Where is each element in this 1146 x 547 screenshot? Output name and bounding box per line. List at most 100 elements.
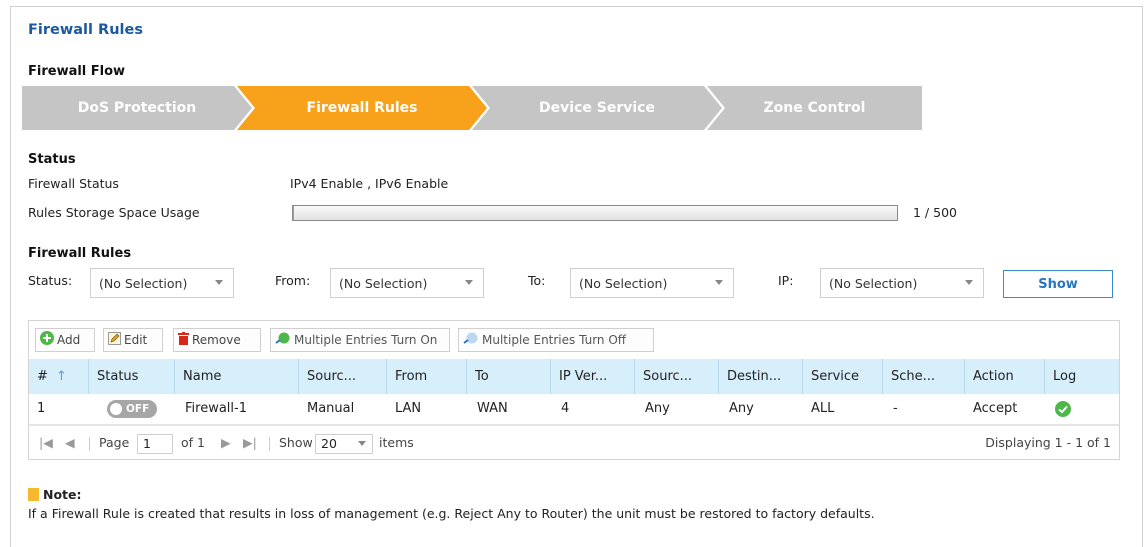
check-circle-icon <box>1055 401 1071 417</box>
storage-usage-bar <box>292 205 898 221</box>
status-filter-value: (No Selection) <box>99 276 188 291</box>
pager-divider <box>269 437 270 451</box>
cell-number: 1 <box>37 401 46 416</box>
multiple-entries-turn-off-label: Multiple Entries Turn Off <box>482 333 627 347</box>
cell-service: ALL <box>811 401 835 416</box>
items-label: items <box>379 435 414 450</box>
status-filter-select[interactable]: (No Selection) <box>90 268 234 298</box>
column-header-ip-version[interactable]: IP Ver... <box>551 359 635 394</box>
show-button[interactable]: Show <box>1003 270 1113 298</box>
note-icon <box>28 488 39 501</box>
from-filter-label: From: <box>275 273 311 288</box>
cell-ip-version: 4 <box>561 401 570 416</box>
column-header-to[interactable]: To <box>467 359 551 394</box>
column-header-status[interactable]: Status <box>89 359 175 394</box>
storage-usage-label: Rules Storage Space Usage <box>28 205 200 220</box>
multiple-entries-turn-on-button[interactable]: Multiple Entries Turn On <box>270 328 450 352</box>
firewall-status-value: IPv4 Enable , IPv6 Enable <box>290 176 449 191</box>
column-header-number[interactable]: # ↑ <box>29 359 89 394</box>
chevron-down-icon <box>215 280 223 285</box>
cell-action: Accept <box>973 401 1018 416</box>
next-page-icon[interactable]: ▶ <box>221 426 231 460</box>
flow-step-firewall-rules[interactable]: Firewall Rules <box>237 86 487 130</box>
show-items-label: Show <box>279 435 313 450</box>
flow-step-zone-control[interactable]: Zone Control <box>707 86 922 130</box>
flow-step-label: Firewall Rules <box>306 100 418 116</box>
column-header-source[interactable]: Sourc... <box>635 359 719 394</box>
table-pager: |◀ ◀ Page 1 of 1 ▶ ▶| Show 20 items Disp… <box>29 425 1119 460</box>
note-text: If a Firewall Rule is created that resul… <box>28 506 875 521</box>
edit-label: Edit <box>124 333 148 347</box>
page-title: Firewall Rules <box>28 22 143 38</box>
multiple-entries-turn-on-label: Multiple Entries Turn On <box>294 333 438 347</box>
bulb-off-icon <box>463 330 479 352</box>
firewall-status-label: Firewall Status <box>28 176 119 191</box>
cell-source: Any <box>645 401 670 416</box>
firewall-rules-table: Add Edit Remove Multiple Entries Turn On… <box>28 320 1120 460</box>
column-header-service[interactable]: Service <box>803 359 883 394</box>
column-header-destination[interactable]: Destin... <box>719 359 803 394</box>
ip-filter-label: IP: <box>778 273 794 288</box>
remove-button[interactable]: Remove <box>173 328 261 352</box>
to-filter-select[interactable]: (No Selection) <box>570 268 734 298</box>
toggle-knob <box>110 403 122 415</box>
status-toggle[interactable]: OFF <box>107 400 157 418</box>
first-page-icon[interactable]: |◀ <box>39 426 53 460</box>
from-filter-select[interactable]: (No Selection) <box>330 268 484 298</box>
column-header-name[interactable]: Name <box>175 359 299 394</box>
cell-source-type: Manual <box>307 401 355 416</box>
add-button[interactable]: Add <box>35 328 95 352</box>
storage-usage-fill <box>293 206 295 220</box>
firewall-flow: DoS Protection Firewall Rules Device Ser… <box>22 86 922 130</box>
table-toolbar: Add Edit Remove Multiple Entries Turn On… <box>29 321 1119 359</box>
cell-from: LAN <box>395 401 422 416</box>
table-header: # ↑ Status Name Sourc... From To IP Ver.… <box>29 359 1119 394</box>
cell-destination: Any <box>729 401 754 416</box>
last-page-icon[interactable]: ▶| <box>243 426 257 460</box>
chevron-down-icon <box>965 280 973 285</box>
flow-step-dos-protection[interactable]: DoS Protection <box>22 86 252 130</box>
status-heading: Status <box>28 152 76 167</box>
flow-step-label: Zone Control <box>763 100 866 116</box>
note-title: Note: <box>43 487 82 502</box>
column-header-schedule[interactable]: Sche... <box>883 359 965 394</box>
multiple-entries-turn-off-button[interactable]: Multiple Entries Turn Off <box>458 328 654 352</box>
prev-page-icon[interactable]: ◀ <box>65 426 75 460</box>
remove-label: Remove <box>192 333 241 347</box>
from-filter-value: (No Selection) <box>339 276 428 291</box>
toggle-label: OFF <box>126 403 150 415</box>
displaying-count: Displaying 1 - 1 of 1 <box>985 435 1111 450</box>
bulb-on-icon <box>275 330 291 352</box>
items-per-page-select[interactable]: 20 <box>315 434 373 454</box>
to-filter-label: To: <box>528 273 546 288</box>
cell-name: Firewall-1 <box>185 401 247 416</box>
column-header-from[interactable]: From <box>387 359 467 394</box>
edit-icon <box>108 330 121 352</box>
chevron-down-icon <box>715 280 723 285</box>
add-icon <box>40 330 54 352</box>
table-row[interactable]: 1 OFF Firewall-1 Manual LAN WAN 4 Any An… <box>29 394 1119 425</box>
chevron-down-icon <box>465 280 473 285</box>
flow-step-label: Device Service <box>539 100 655 116</box>
ip-filter-select[interactable]: (No Selection) <box>820 268 984 298</box>
to-filter-value: (No Selection) <box>579 276 668 291</box>
page-label: Page <box>99 435 130 450</box>
firewall-flow-heading: Firewall Flow <box>28 64 126 79</box>
page-input[interactable]: 1 <box>137 434 173 454</box>
add-label: Add <box>57 333 81 347</box>
column-header-action[interactable]: Action <box>965 359 1045 394</box>
ip-filter-value: (No Selection) <box>829 276 918 291</box>
page-count-label: of 1 <box>181 435 205 450</box>
chevron-down-icon <box>358 441 366 446</box>
column-header-source-type[interactable]: Sourc... <box>299 359 387 394</box>
sort-up-icon: ↑ <box>56 369 67 384</box>
column-header-log[interactable]: Log <box>1045 359 1119 394</box>
firewall-rules-heading: Firewall Rules <box>28 246 132 261</box>
flow-step-device-service[interactable]: Device Service <box>472 86 722 130</box>
cell-to: WAN <box>477 401 508 416</box>
cell-schedule: - <box>893 401 898 416</box>
flow-step-label: DoS Protection <box>77 100 197 116</box>
pager-divider <box>89 437 90 451</box>
storage-usage-text: 1 / 500 <box>913 205 957 220</box>
edit-button[interactable]: Edit <box>103 328 163 352</box>
